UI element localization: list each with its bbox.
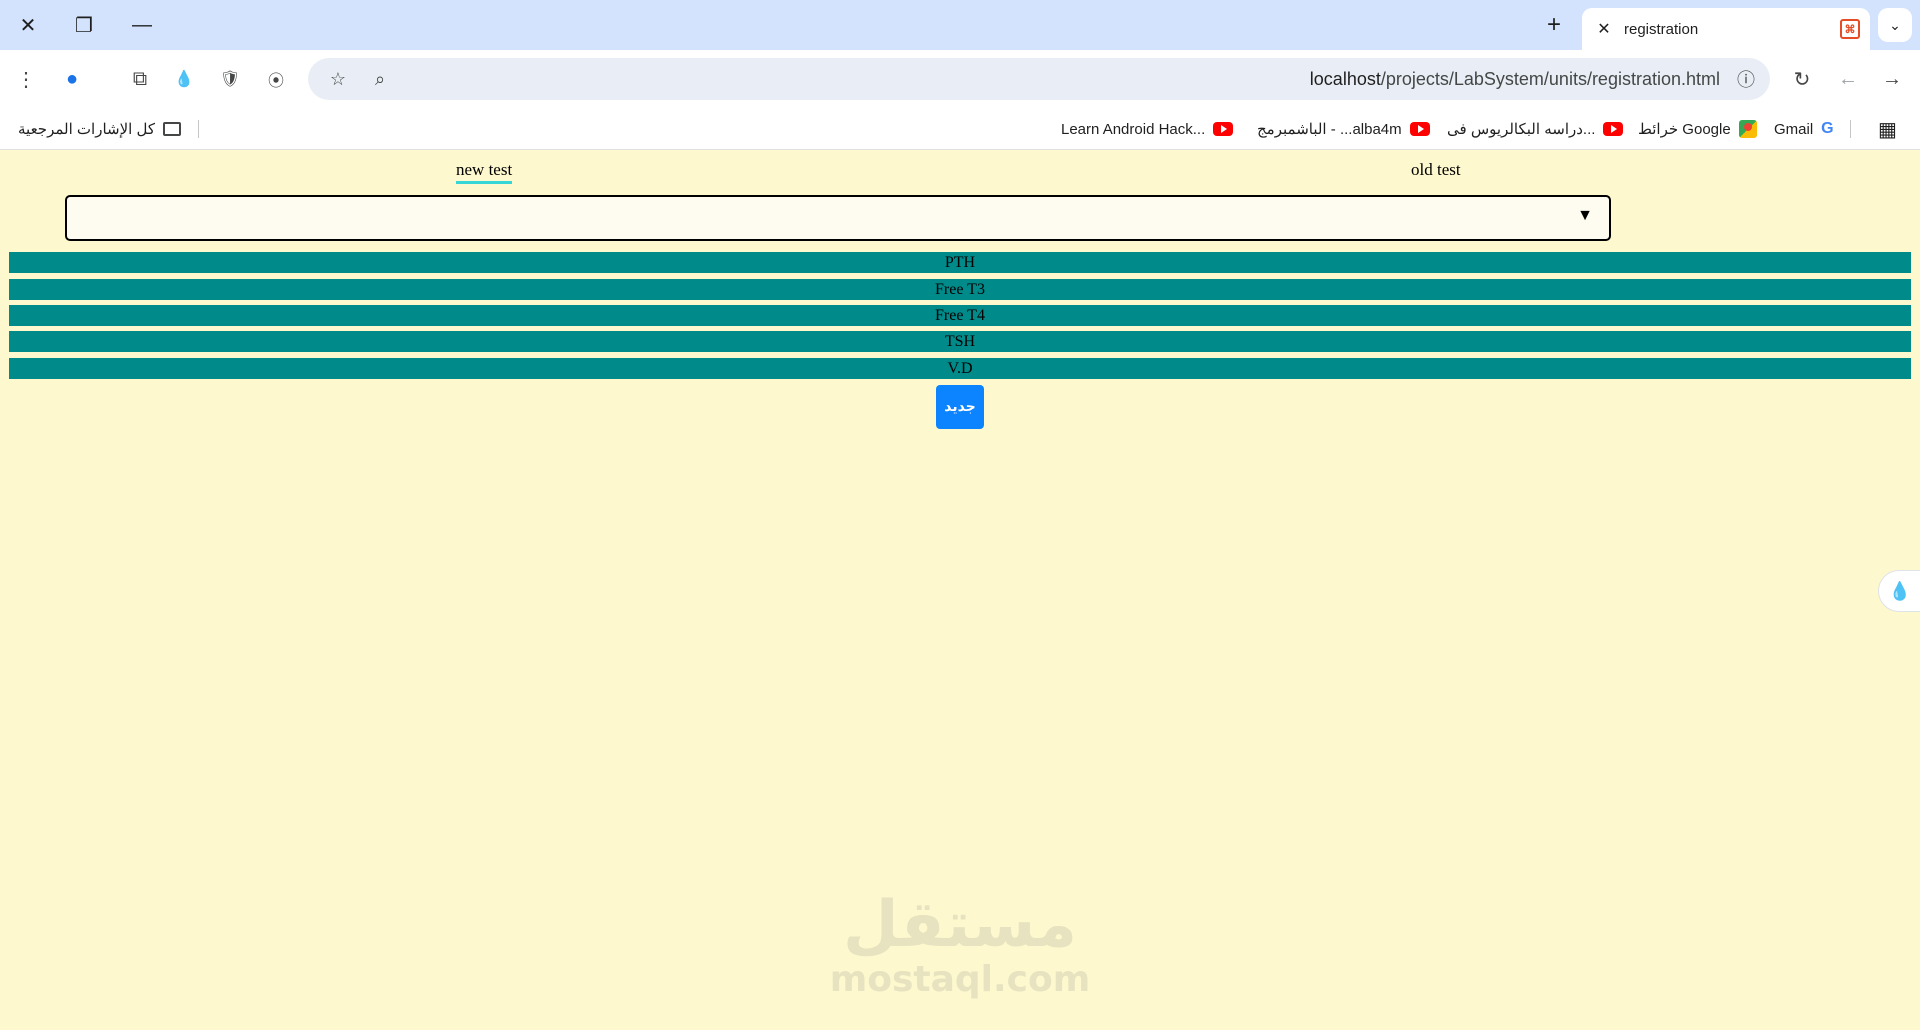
bookmarks-divider [1850,120,1851,138]
forward-arrow-icon[interactable]: → [1876,63,1908,95]
bookmark-google-maps[interactable]: خرائط Google [1638,108,1757,150]
tab-strip: ✕ ❐ — + ✕ registration ⌘ ⌄ [0,0,1920,50]
bookmark-label: Learn Android Hack... [1061,120,1206,138]
test-row-tsh[interactable]: TSH [9,331,1911,352]
bookmarks-bar: كل الإشارات المرجعية Learn Android Hack.… [0,108,1920,150]
google-maps-icon [1738,120,1757,138]
url-host: localhost [1309,69,1381,89]
all-bookmarks-folder[interactable]: كل الإشارات المرجعية [18,108,181,150]
test-select-dropdown[interactable]: ▼ [65,195,1611,241]
test-row-vd[interactable]: V.D [9,358,1911,379]
site-info-icon[interactable]: ⓘ [1730,63,1762,95]
bookmark-label: Gmail [1774,120,1814,138]
youtube-icon [1409,122,1430,136]
extensions-puzzle-icon[interactable]: ⧉ [124,63,156,95]
url-path: /projects/LabSystem/units/registration.h… [1380,69,1720,89]
url-text[interactable]: localhost/projects/LabSystem/units/regis… [1310,69,1720,90]
youtube-icon [1213,122,1234,136]
new-tab-icon[interactable]: + [1538,10,1570,40]
extension-shield-icon[interactable]: 🛡 [214,63,246,95]
close-window-icon[interactable]: ✕ [10,10,46,40]
apps-grid-icon[interactable]: ▦ [1878,108,1897,150]
page-content: new test old test ▼ PTH Free T3 Free T4 … [0,150,1920,1030]
back-arrow-icon[interactable]: ← [1832,63,1864,95]
bookmark-label: دراسه البكالريوس فى... [1447,121,1596,138]
bookmark-learn-android[interactable]: Learn Android Hack... [1061,108,1234,150]
tab-search-icon[interactable]: ⌄ [1878,8,1912,42]
watermark-latin: mostaql.com [829,959,1091,1000]
extension-circle-icon[interactable]: ⦿ [260,63,292,95]
browser-tab-registration[interactable]: ✕ registration ⌘ [1582,8,1870,50]
bookmark-bachelor-study[interactable]: دراسه البكالريوس فى... [1447,108,1624,150]
watermark-arabic: مستقل [842,888,1078,962]
test-row-pth[interactable]: PTH [9,252,1911,273]
bookmark-star-icon[interactable]: ☆ [322,63,354,95]
bookmarks-divider [198,120,199,138]
bookmark-label: الباشمبرمج - ...alba4m [1257,121,1402,138]
side-panel-water-drop-icon[interactable]: 💧 [1878,570,1920,612]
bookmark-gmail[interactable]: Gmail G [1774,108,1834,150]
address-bar[interactable]: ☆ ⌕ localhost/projects/LabSystem/units/r… [308,58,1770,100]
test-row-free-t3[interactable]: Free T3 [9,279,1911,300]
browser-toolbar: ⋮ ● ⧉ 💧 🛡 ⦿ ☆ ⌕ localhost/projects/LabSy… [0,50,1920,108]
folder-icon [163,122,181,136]
tab-close-icon[interactable]: ✕ [1592,19,1616,39]
new-button[interactable]: جديد [936,385,984,429]
tab-new-test[interactable]: new test [456,160,513,184]
bookmark-label: خرائط Google [1638,121,1731,138]
restore-window-icon[interactable]: ❐ [66,10,102,40]
minimize-window-icon[interactable]: — [124,10,160,40]
mostaql-watermark: مستقل mostaql.com [800,890,1120,1000]
youtube-icon [1603,122,1624,136]
zoom-magnifier-icon[interactable]: ⌕ [364,63,396,95]
tab-title: registration [1624,20,1699,38]
menu-kebab-icon[interactable]: ⋮ [10,63,42,95]
all-bookmarks-label: كل الإشارات المرجعية [18,121,155,138]
google-g-icon: G [1821,120,1834,137]
profile-avatar-icon[interactable]: ● [56,63,88,95]
test-row-free-t4[interactable]: Free T4 [9,305,1911,326]
bookmark-albashmbrmg[interactable]: الباشمبرمج - ...alba4m [1257,108,1430,150]
extension-water-drop-icon[interactable]: 💧 [168,63,200,95]
dropdown-arrow-icon: ▼ [1577,207,1593,224]
reload-icon[interactable]: ↻ [1786,63,1818,95]
tab-old-test[interactable]: old test [1411,160,1461,180]
html5-favicon-icon: ⌘ [1840,19,1860,39]
